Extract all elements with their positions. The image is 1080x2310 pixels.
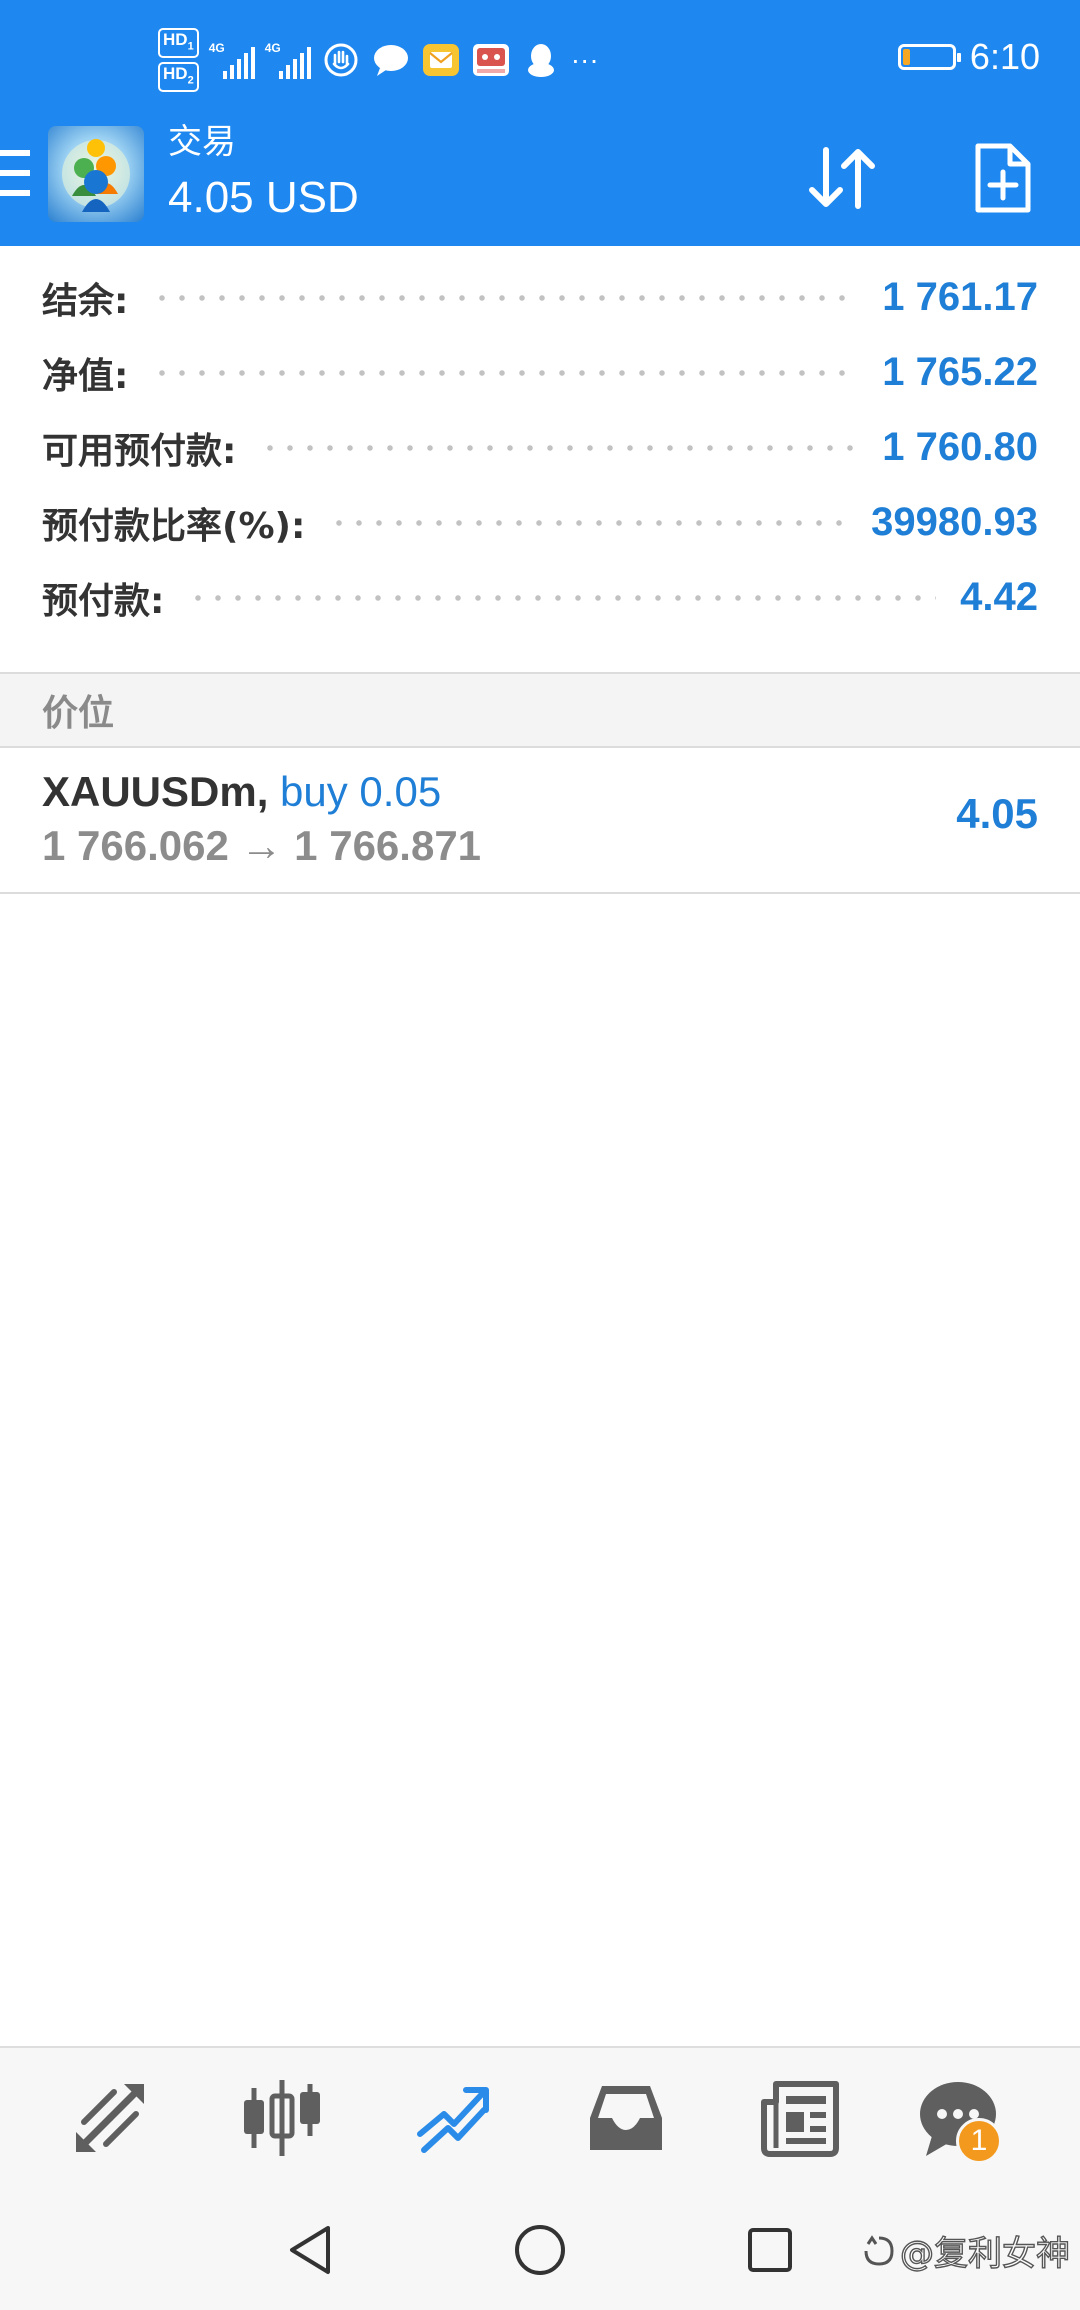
message-count-badge: 1 xyxy=(956,2118,1002,2164)
app-header: 交易 4.05 USD xyxy=(0,120,1080,246)
signal-icon-1: 4G xyxy=(209,41,255,79)
equity-row: 净值: 1 765.22 xyxy=(0,335,1080,410)
account-summary: 结余: 1 761.17 净值: 1 765.22 可用预付款: 1 760.8… xyxy=(0,260,1080,635)
sim1-badge: HD1 xyxy=(158,27,199,58)
hand-icon xyxy=(321,40,361,80)
menu-icon[interactable] xyxy=(0,150,30,196)
margin-level-label: 预付款比率(%): xyxy=(42,505,306,547)
chart-tab[interactable] xyxy=(232,2070,332,2170)
clock: 6:10 xyxy=(969,36,1040,77)
status-right: 6:10 xyxy=(897,36,1040,78)
recents-icon[interactable] xyxy=(738,2218,802,2282)
qq-penguin-icon xyxy=(521,40,561,80)
position-side: buy 0.05 xyxy=(280,768,442,815)
bottom-tab-bar: 1 xyxy=(0,2046,1080,2190)
dot-leader xyxy=(260,443,859,452)
messages-tab[interactable]: 1 xyxy=(908,2070,1008,2170)
trend-icon xyxy=(414,2078,494,2162)
dot-leader xyxy=(152,293,859,302)
sim2-index: 2 xyxy=(187,74,194,87)
section-title: 价位 xyxy=(42,693,115,734)
page-title: 交易 xyxy=(168,122,236,162)
network-type-2: 4G xyxy=(264,41,281,55)
watermark-text: @复利女神 xyxy=(899,2233,1070,2274)
free-margin-label: 可用预付款: xyxy=(42,430,237,472)
equity-label: 净值: xyxy=(42,355,129,397)
position-header: XAUUSDm, buy 0.05 xyxy=(42,768,441,816)
status-bar: HD1 HD2 4G 4G ··· 6:10 xyxy=(0,0,1080,120)
dot-leader xyxy=(188,593,937,602)
sim2-label: HD xyxy=(163,64,188,83)
balance-row: 结余: 1 761.17 xyxy=(0,260,1080,335)
inbox-icon xyxy=(584,2080,668,2160)
margin-row: 预付款: 4.42 xyxy=(0,560,1080,635)
history-tab[interactable] xyxy=(576,2070,676,2170)
new-order-icon[interactable] xyxy=(960,136,1044,220)
battery-level xyxy=(902,49,910,65)
sim1-label: HD xyxy=(163,29,188,49)
position-separator: , xyxy=(256,768,269,815)
trade-tab[interactable] xyxy=(404,2070,504,2170)
sim2-badge: HD2 xyxy=(158,62,199,93)
free-margin-value: 1 760.80 xyxy=(882,425,1038,469)
network-type-1: 4G xyxy=(208,41,225,55)
position-profit: 4.05 xyxy=(956,790,1038,837)
margin-value: 4.42 xyxy=(960,575,1038,619)
dot-leader xyxy=(329,518,848,527)
signal-icon-2: 4G xyxy=(265,41,311,79)
arrows-icon xyxy=(70,2078,150,2162)
watermark: @复利女神 xyxy=(862,2226,1071,2275)
system-nav-bar: @复利女神 xyxy=(0,2190,1080,2310)
balance-label: 结余: xyxy=(42,280,129,322)
position-prices: 1 766.062 → 1 766.871 xyxy=(42,822,482,869)
sort-icon[interactable] xyxy=(800,136,884,220)
weibo-logo-icon xyxy=(864,2234,894,2266)
sim-indicators: HD1 HD2 xyxy=(158,27,199,93)
mail-icon xyxy=(421,40,461,80)
dot-leader xyxy=(152,368,859,377)
quotes-tab[interactable] xyxy=(60,2070,160,2170)
margin-label: 预付款: xyxy=(42,580,165,622)
position-symbol: XAUUSDm xyxy=(42,768,257,815)
chat-bubble-icon xyxy=(371,40,411,80)
news-tab[interactable] xyxy=(750,2070,850,2170)
equity-value: 1 765.22 xyxy=(882,350,1038,394)
sim1-index: 1 xyxy=(187,40,194,52)
status-icons: HD1 HD2 4G 4G ··· xyxy=(158,27,599,93)
metatrader-logo-icon xyxy=(48,126,144,222)
balance-value: 1 761.17 xyxy=(882,275,1038,319)
margin-level-row: 预付款比率(%): 39980.93 xyxy=(0,485,1080,560)
app-icon xyxy=(471,40,511,80)
more-notifications: ··· xyxy=(570,44,599,75)
newspaper-icon xyxy=(758,2078,842,2162)
candlestick-icon xyxy=(240,2076,324,2164)
position-row[interactable]: XAUUSDm, buy 0.05 1 766.062 → 1 766.871 … xyxy=(0,748,1080,894)
margin-level-value: 39980.93 xyxy=(871,500,1038,544)
battery-icon xyxy=(897,44,961,70)
profit-summary: 4.05 USD xyxy=(168,173,359,222)
free-margin-row: 可用预付款: 1 760.80 xyxy=(0,410,1080,485)
home-icon[interactable] xyxy=(508,2218,572,2282)
positions-section-header: 价位 xyxy=(0,672,1080,748)
back-icon[interactable] xyxy=(278,2218,342,2282)
